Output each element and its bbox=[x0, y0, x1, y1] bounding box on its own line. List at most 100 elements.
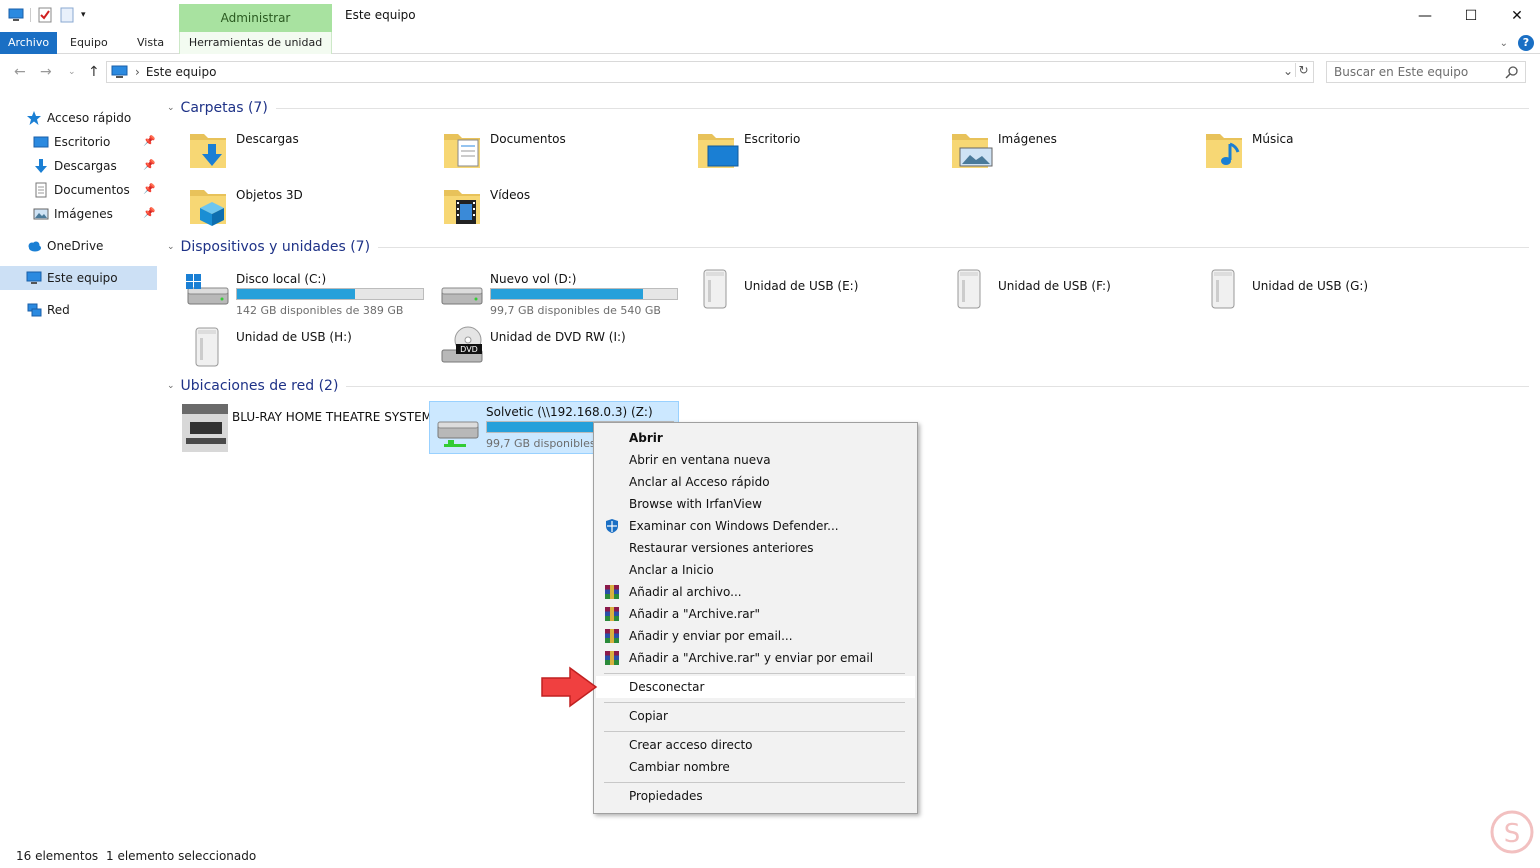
menu-item-examinar-defender[interactable]: Examinar con Windows Defender... bbox=[596, 515, 915, 537]
folder-imagenes[interactable]: Imágenes bbox=[942, 126, 1192, 176]
ribbon-expand-icon[interactable]: ⌄ bbox=[1500, 38, 1508, 49]
menu-item-crear-acceso-directo[interactable]: Crear acceso directo bbox=[596, 734, 915, 756]
folder-videos[interactable]: Vídeos bbox=[434, 182, 684, 232]
drive-d[interactable]: Nuevo vol (D:) 99,7 GB disponibles de 54… bbox=[434, 266, 684, 317]
download-icon bbox=[33, 158, 49, 174]
cloud-icon bbox=[26, 238, 42, 254]
pin-icon[interactable]: 📌 bbox=[143, 160, 155, 171]
tile-label: Descargas bbox=[236, 132, 299, 146]
menu-item-desconectar[interactable]: Desconectar bbox=[596, 676, 915, 698]
menu-item-anadir-archive-rar[interactable]: Añadir a "Archive.rar" bbox=[596, 603, 915, 625]
drive-f[interactable]: Unidad de USB (F:) bbox=[942, 266, 1192, 316]
sidebar-item-imagenes[interactable]: Imágenes bbox=[33, 202, 113, 226]
menu-item-anadir-rar-enviar-email[interactable]: Añadir a "Archive.rar" y enviar por emai… bbox=[596, 647, 915, 669]
menu-item-propiedades[interactable]: Propiedades bbox=[596, 785, 915, 807]
sidebar-item-acceso-rapido[interactable]: Acceso rápido bbox=[26, 106, 131, 130]
folder-documentos[interactable]: Documentos bbox=[434, 126, 684, 176]
pictures-folder-icon bbox=[952, 134, 993, 168]
divider bbox=[346, 385, 1529, 387]
winrar-icon bbox=[605, 607, 619, 621]
menu-item-label: Abrir en ventana nueva bbox=[629, 453, 771, 467]
tab-vista[interactable]: Vista bbox=[137, 32, 164, 54]
media-device-icon bbox=[182, 404, 228, 452]
sidebar-item-label: Escritorio bbox=[54, 135, 111, 149]
tile-label: Nuevo vol (D:) bbox=[490, 272, 577, 286]
back-arrow-icon[interactable]: ← bbox=[14, 64, 26, 80]
tab-archivo[interactable]: Archivo bbox=[0, 32, 57, 54]
refresh-icon[interactable]: ↻ bbox=[1295, 63, 1311, 77]
sidebar-item-onedrive[interactable]: OneDrive bbox=[26, 234, 103, 258]
sidebar-item-label: OneDrive bbox=[47, 239, 104, 253]
folder-escritorio[interactable]: Escritorio bbox=[688, 126, 938, 176]
desktop-folder-icon bbox=[698, 134, 739, 168]
minimize-button[interactable]: — bbox=[1402, 0, 1448, 32]
menu-item-anclar-acceso-rapido[interactable]: Anclar al Acceso rápido bbox=[596, 471, 915, 493]
group-header-dispositivos[interactable]: ⌄ Dispositivos y unidades (7) bbox=[167, 239, 1529, 255]
drive-c[interactable]: Disco local (C:) 142 GB disponibles de 3… bbox=[180, 266, 430, 317]
group-header-carpetas[interactable]: ⌄ Carpetas (7) bbox=[167, 100, 1529, 116]
menu-item-anadir-archivo[interactable]: Añadir al archivo... bbox=[596, 581, 915, 603]
capacity-bar bbox=[236, 288, 424, 300]
properties-icon[interactable] bbox=[37, 7, 53, 23]
tile-label: Música bbox=[1252, 132, 1294, 146]
search-icon[interactable] bbox=[1505, 65, 1519, 82]
capacity-fill bbox=[491, 289, 643, 299]
new-folder-icon[interactable] bbox=[59, 7, 75, 23]
network-location-bluray[interactable]: BLU-RAY HOME THEATRE SYSTEM bbox=[176, 404, 432, 454]
help-icon[interactable]: ? bbox=[1518, 35, 1534, 51]
menu-separator bbox=[604, 782, 905, 783]
maximize-button[interactable]: ☐ bbox=[1448, 0, 1494, 32]
menu-item-cambiar-nombre[interactable]: Cambiar nombre bbox=[596, 756, 915, 778]
network-icon bbox=[26, 302, 42, 318]
dvd-drive-icon: DVD bbox=[441, 326, 483, 363]
close-button[interactable]: ✕ bbox=[1494, 0, 1540, 32]
sidebar-item-escritorio[interactable]: Escritorio bbox=[33, 130, 110, 154]
menu-item-abrir-ventana-nueva[interactable]: Abrir en ventana nueva bbox=[596, 449, 915, 471]
folder-objetos-3d[interactable]: Objetos 3D bbox=[180, 182, 430, 232]
svg-text:S: S bbox=[1504, 819, 1521, 849]
menu-item-label: Añadir al archivo... bbox=[629, 585, 742, 599]
address-bar[interactable]: › Este equipo ⌄ ↻ bbox=[106, 61, 1314, 83]
capacity-bar bbox=[490, 288, 678, 300]
breadcrumb[interactable]: Este equipo bbox=[146, 65, 217, 79]
sidebar-item-red[interactable]: Red bbox=[26, 298, 70, 322]
up-arrow-icon[interactable]: ↑ bbox=[88, 64, 100, 80]
tile-label: Unidad de DVD RW (I:) bbox=[490, 330, 626, 344]
menu-item-label: Añadir y enviar por email... bbox=[629, 629, 793, 643]
search-input[interactable]: Buscar en Este equipo bbox=[1326, 61, 1526, 83]
recent-dropdown-icon[interactable]: ⌄ bbox=[68, 67, 76, 77]
tab-equipo[interactable]: Equipo bbox=[70, 32, 108, 54]
usb-drive-icon bbox=[195, 327, 219, 367]
drive-g[interactable]: Unidad de USB (G:) bbox=[1196, 266, 1446, 316]
drive-h[interactable]: Unidad de USB (H:) bbox=[180, 322, 430, 372]
context-tab-group-label: Administrar bbox=[179, 4, 332, 32]
tile-label: Unidad de USB (F:) bbox=[998, 279, 1111, 293]
drive-e[interactable]: Unidad de USB (E:) bbox=[688, 266, 938, 316]
menu-item-restaurar-versiones[interactable]: Restaurar versiones anteriores bbox=[596, 537, 915, 559]
menu-item-label: Restaurar versiones anteriores bbox=[629, 541, 814, 555]
group-header-ubicaciones-de-red[interactable]: ⌄ Ubicaciones de red (2) bbox=[167, 378, 1529, 394]
tile-label: Solvetic (\\192.168.0.3) (Z:) bbox=[486, 405, 653, 419]
address-dropdown-icon[interactable]: ⌄ bbox=[1283, 64, 1293, 78]
sidebar-item-este-equipo[interactable]: Este equipo bbox=[0, 266, 157, 290]
folder-musica[interactable]: Música bbox=[1196, 126, 1446, 176]
menu-item-label: Anclar al Acceso rápido bbox=[629, 475, 770, 489]
menu-item-anclar-inicio[interactable]: Anclar a Inicio bbox=[596, 559, 915, 581]
pin-icon[interactable]: 📌 bbox=[143, 208, 155, 219]
qat-dropdown-icon[interactable]: ▾ bbox=[81, 7, 97, 23]
computer-icon[interactable] bbox=[8, 7, 24, 23]
tab-herramientas-de-unidad[interactable]: Herramientas de unidad bbox=[179, 32, 332, 54]
drive-i[interactable]: DVD Unidad de DVD RW (I:) bbox=[434, 322, 684, 372]
folder-descargas[interactable]: Descargas bbox=[180, 126, 430, 176]
menu-item-browse-irfanview[interactable]: Browse with IrfanView bbox=[596, 493, 915, 515]
forward-arrow-icon[interactable]: → bbox=[40, 64, 52, 80]
pin-icon[interactable]: 📌 bbox=[143, 184, 155, 195]
menu-item-abrir[interactable]: Abrir bbox=[596, 427, 915, 449]
group-title: Carpetas (7) bbox=[180, 100, 268, 116]
menu-item-copiar[interactable]: Copiar bbox=[596, 705, 915, 727]
pin-icon[interactable]: 📌 bbox=[143, 136, 155, 147]
sidebar-item-descargas[interactable]: Descargas bbox=[33, 154, 117, 178]
sidebar-item-documentos[interactable]: Documentos bbox=[33, 178, 130, 202]
tile-label: Escritorio bbox=[744, 132, 801, 146]
menu-item-anadir-enviar-email[interactable]: Añadir y enviar por email... bbox=[596, 625, 915, 647]
